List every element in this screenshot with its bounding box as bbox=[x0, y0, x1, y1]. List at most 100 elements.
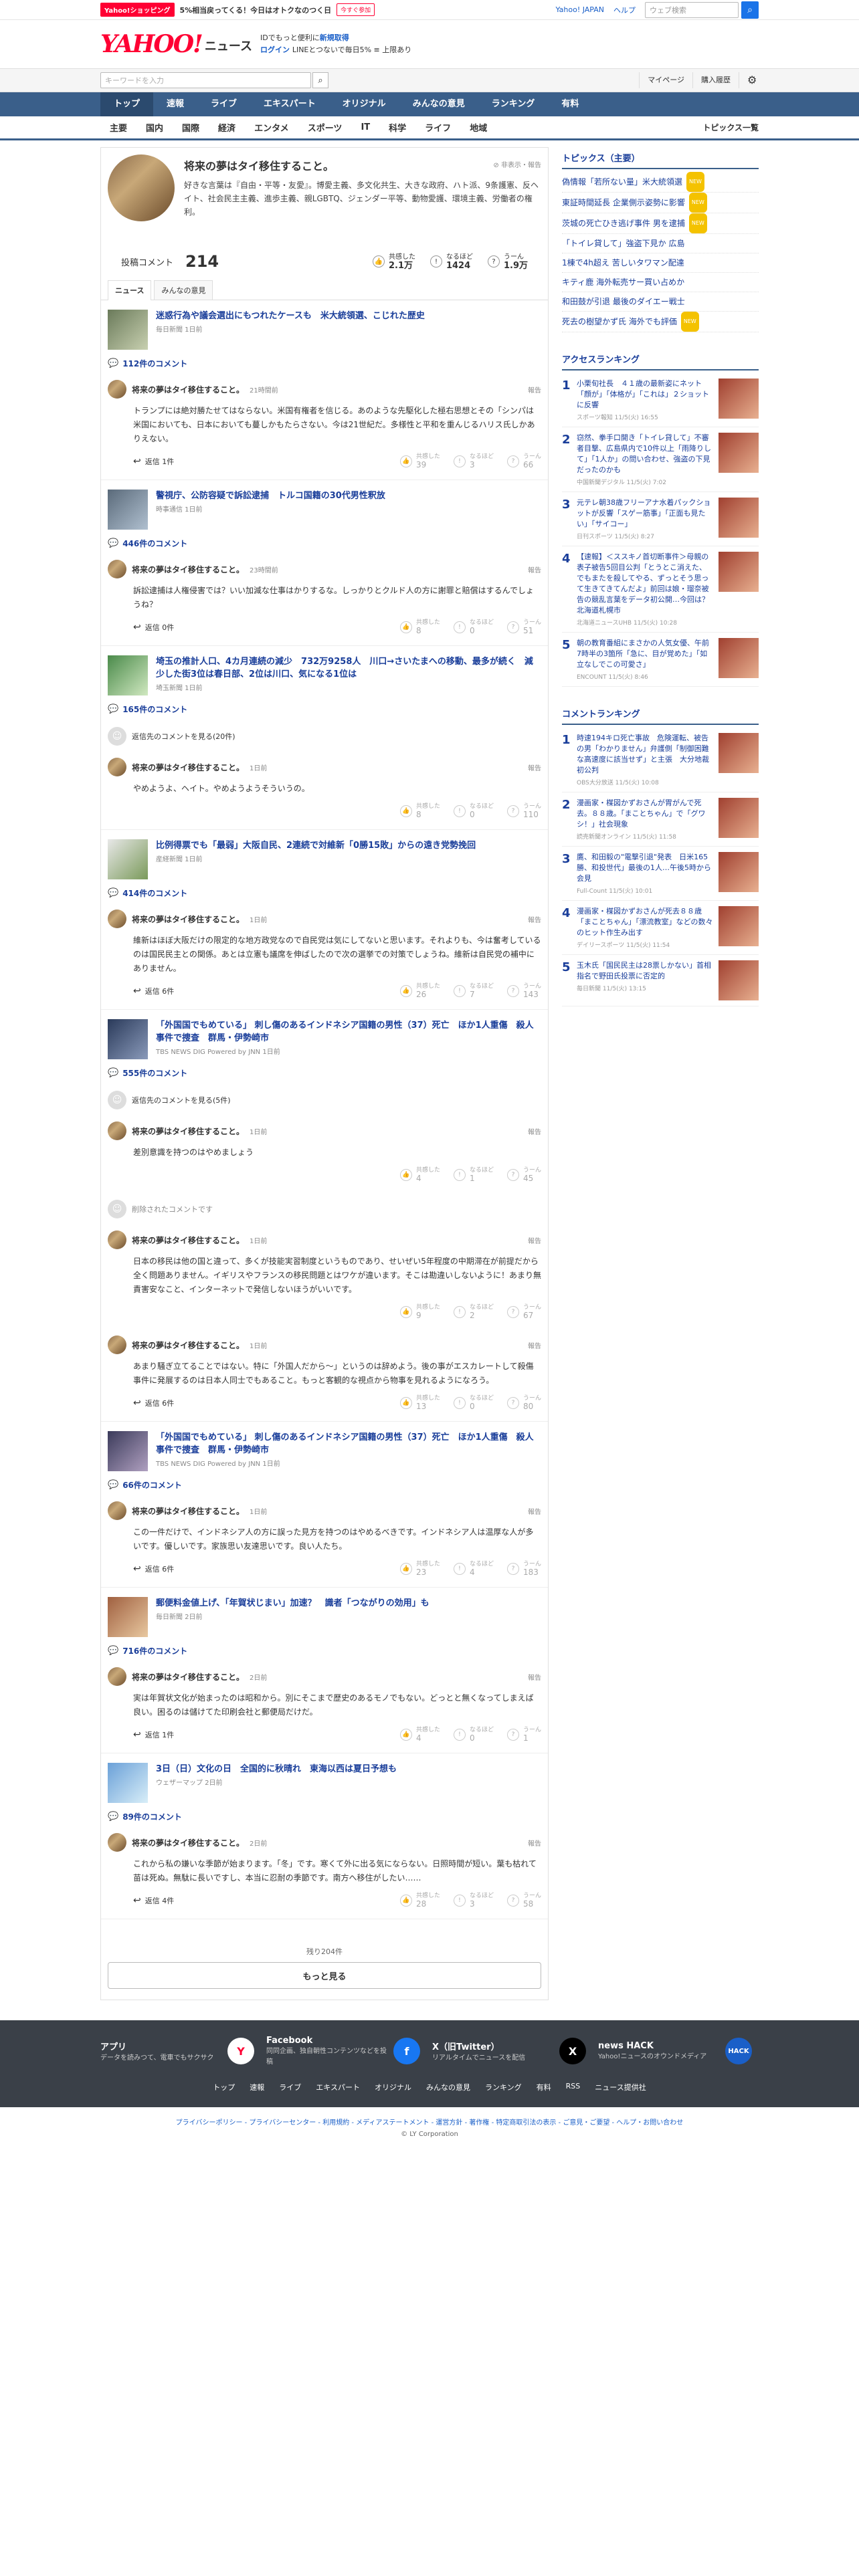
footer-app-2[interactable]: X（旧Twitter） リアルタイムでニュースを配信 X bbox=[432, 2032, 586, 2070]
category-international[interactable]: 国際 bbox=[173, 121, 209, 134]
topic-item[interactable]: 「トイレ貸して」強盗下見か 広島 bbox=[562, 234, 759, 253]
legal-links[interactable]: プライバシーポリシー - プライバシーセンター - 利用規約 - メディアステー… bbox=[0, 2117, 859, 2127]
tab-news[interactable]: ニュース bbox=[108, 280, 152, 300]
nav-expert[interactable]: エキスパート bbox=[250, 92, 329, 116]
vote-button-2[interactable]: ? うーん 51 bbox=[506, 619, 541, 636]
rank-title[interactable]: 小栗旬社長 ４１歳の最新姿にネット「顔が」「体格が」「これは」２ショットに反響 bbox=[577, 379, 713, 411]
report-link[interactable]: 報告 bbox=[528, 385, 541, 395]
vote-button-1[interactable]: ! なるほど 0 bbox=[453, 802, 494, 820]
comment-count-link[interactable]: 💬 716件のコメント bbox=[108, 1637, 541, 1662]
reply-button[interactable]: ↩ 返信 1件 bbox=[133, 456, 174, 467]
topic-item[interactable]: 和田鼓が引退 最後のダイエー戦士 bbox=[562, 292, 759, 312]
rank-title[interactable]: 【速報】＜ススキノ首切断事件＞母親の表子被告5回目公判「とうとこ消えた、でもまた… bbox=[577, 552, 713, 616]
article-link[interactable]: 警視庁、公防容疑で訴訟逮捕 トルコ国籍の30代男性釈放 時事通信 1日前 bbox=[108, 490, 541, 530]
topic-item[interactable]: キティ鹿 海外転売サー買い占めか bbox=[562, 273, 759, 292]
category-entertainment[interactable]: エンタメ bbox=[245, 121, 298, 134]
report-link[interactable]: 報告 bbox=[528, 762, 541, 772]
article-link[interactable]: 「外国国でもめている」 刺し傷のあるインドネシア国籍の男性（37）死亡 ほか1人… bbox=[108, 1019, 541, 1059]
reply-button[interactable]: ↩ 返信 6件 bbox=[133, 1398, 174, 1408]
rank-title[interactable]: 朝の教育番組にまさかの人気女優、午前7時半の3箇所「急に、目が覚めた」「如立なし… bbox=[577, 638, 713, 670]
vote-button-1[interactable]: ! なるほど 0 bbox=[453, 619, 494, 636]
article-link[interactable]: 迷惑行為や議会選出にもつれたケースも 米大統領選、こじれた歴史 毎日新聞 1日前 bbox=[108, 310, 541, 350]
help-link[interactable]: ヘルプ bbox=[613, 5, 636, 15]
ranking-item[interactable]: 2 窃然、拳手口開き「トイレ貸して」不審者目撃、広島県内で10件以上「雨降りして」… bbox=[562, 427, 759, 492]
reply-button[interactable]: ↩ 返信 6件 bbox=[133, 986, 174, 996]
vote-button-0[interactable]: 👍 共感した 4 bbox=[399, 1726, 440, 1743]
line-promo-text[interactable]: LINEとつないで毎日5% ≡ 上限あり bbox=[292, 45, 411, 54]
signup-link[interactable]: 新規取得 bbox=[320, 33, 349, 42]
article-link[interactable]: 「外国国でもめている」 刺し傷のあるインドネシア国籍の男性（37）死亡 ほか1人… bbox=[108, 1431, 541, 1471]
comment-count-link[interactable]: 💬 66件のコメント bbox=[108, 1471, 541, 1496]
ranking-item[interactable]: 4 【速報】＜ススキノ首切断事件＞母親の表子被告5回目公判「とうとこ消えた、でもま… bbox=[562, 546, 759, 633]
vote-button-0[interactable]: 👍 共感した 9 bbox=[399, 1303, 440, 1321]
vote-button-1[interactable]: ! なるほど 7 bbox=[453, 982, 494, 1000]
hide-report-link[interactable]: ⊘ 非表示・報告 bbox=[493, 159, 541, 169]
ranking-item[interactable]: 2 漫画家・楳図かずおさんが胃がんで死去。８８歳。「まことちゃん」で「グワシ！」社… bbox=[562, 792, 759, 847]
vote-button-0[interactable]: 👍 共感した 8 bbox=[399, 619, 440, 636]
vote-button-1[interactable]: ! なるほど 0 bbox=[453, 1394, 494, 1412]
article-title[interactable]: 「外国国でもめている」 刺し傷のあるインドネシア国籍の男性（37）死亡 ほか1人… bbox=[156, 1019, 541, 1045]
ranking-item[interactable]: 3 鷹、和田毅の"電撃引退"発表 日米165勝、和投世代」最後の1人…午後5時から… bbox=[562, 847, 759, 901]
vote-button-1[interactable]: ! なるほど 0 bbox=[453, 1726, 494, 1743]
article-link[interactable]: 比例得票でも「最弱」大阪自民、2連続で対維新「0勝15敗」からの遠き党勢挽回 産経… bbox=[108, 839, 541, 879]
topics-list-link[interactable]: トピックス一覧 bbox=[702, 122, 759, 133]
nav-ranking[interactable]: ランキング bbox=[478, 92, 549, 116]
report-link[interactable]: 報告 bbox=[528, 1506, 541, 1516]
topic-item[interactable]: 偽情報「若所ない量」米大統領選 NEW bbox=[562, 172, 759, 193]
settings-button[interactable]: ⚙ bbox=[739, 72, 759, 88]
vote-button-1[interactable]: ! なるほど 3 bbox=[453, 1892, 494, 1909]
article-title[interactable]: 埼玉の推計人口、4カ月連続の減少 732万9258人 川口→さいたまへの移動、最… bbox=[156, 655, 541, 681]
reply-button[interactable]: ↩ 返信 1件 bbox=[133, 1729, 174, 1740]
reply-button[interactable]: ↩ 返信 0件 bbox=[133, 622, 174, 633]
footer-link[interactable]: みんなの意見 bbox=[426, 2082, 470, 2092]
topic-item[interactable]: 死去の樹望かず氏 海外でも評価 NEW bbox=[562, 312, 759, 332]
vote-button-2[interactable]: ? うーん 67 bbox=[506, 1303, 541, 1321]
promo-text[interactable]: 5%相当戻ってくる！今日はオトクなのつく日 bbox=[180, 5, 332, 15]
comment-author[interactable]: 将来の夢はタイ移住すること。 bbox=[132, 1125, 244, 1137]
vote-button-0[interactable]: 👍 共感した 13 bbox=[399, 1394, 440, 1412]
comment-count-link[interactable]: 💬 165件のコメント bbox=[108, 695, 541, 720]
comment-author[interactable]: 将来の夢はタイ移住すること。 bbox=[132, 762, 244, 773]
ranking-item[interactable]: 5 玉木氏「国民民主は28票しかない」首相指名で野田氏投票に否定的 毎日新聞 11/… bbox=[562, 955, 759, 1006]
comment-author[interactable]: 将来の夢はタイ移住すること。 bbox=[132, 1837, 244, 1848]
rank-title[interactable]: 漫画家・楳図かずおさんが死去８８歳「まことちゃん」「漂流教室」などの数々のヒット… bbox=[577, 906, 713, 938]
ranking-item[interactable]: 4 漫画家・楳図かずおさんが死去８８歳「まことちゃん」「漂流教室」などの数々のヒッ… bbox=[562, 901, 759, 955]
report-link[interactable]: 報告 bbox=[528, 1838, 541, 1848]
rank-title[interactable]: 漫画家・楳図かずおさんが胃がんで死去。８８歳。「まことちゃん」で「グワシ！」社会… bbox=[577, 798, 713, 830]
promo-cta-button[interactable]: 今すぐ参加 bbox=[337, 3, 375, 16]
vote-button-0[interactable]: 👍 共感した 8 bbox=[399, 802, 440, 820]
footer-link[interactable]: エキスパート bbox=[316, 2082, 360, 2092]
footer-link[interactable]: ニュース提供社 bbox=[595, 2082, 646, 2092]
category-sports[interactable]: スポーツ bbox=[298, 121, 352, 134]
vote-button-2[interactable]: ? うーん 45 bbox=[506, 1166, 541, 1184]
footer-app-1[interactable]: Facebook 同同企画、独自朝性コンテンツなどを投稿 f bbox=[266, 2032, 420, 2070]
footer-link[interactable]: ランキング bbox=[485, 2082, 522, 2092]
web-search-input[interactable]: ウェブ検索 bbox=[645, 1, 739, 18]
article-link[interactable]: 3日（日）文化の日 全国的に秋晴れ 東海以西は夏日予想も ウェザーマップ 2日前 bbox=[108, 1763, 541, 1803]
ranking-item[interactable]: 5 朝の教育番組にまさかの人気女優、午前7時半の3箇所「急に、目が覚めた」「如立な… bbox=[562, 633, 759, 687]
yahoo-news-logo[interactable]: YAHOO! ニュース bbox=[100, 30, 252, 58]
topic-item[interactable]: 1棟で4h超え 苦しいタワマン配達 bbox=[562, 253, 759, 273]
report-link[interactable]: 報告 bbox=[528, 1235, 541, 1245]
rank-title[interactable]: 時速194キロ死亡事故 危険運転、被告の男「わかりません」弁護側「制御困難な高速… bbox=[577, 733, 713, 776]
tab-opinions[interactable]: みんなの意見 bbox=[154, 280, 213, 300]
comment-author[interactable]: 将来の夢はタイ移住すること。 bbox=[132, 1339, 244, 1351]
topic-item[interactable]: 茨城の死亡ひき逃げ事件 男を逮捕 NEW bbox=[562, 213, 759, 234]
category-economy[interactable]: 経済 bbox=[209, 121, 245, 134]
comment-count-link[interactable]: 💬 446件のコメント bbox=[108, 530, 541, 554]
vote-button-0[interactable]: 👍 共感した 23 bbox=[399, 1560, 440, 1578]
footer-link[interactable]: 速報 bbox=[250, 2082, 264, 2092]
rank-title[interactable]: 元テレ朝38歳フリーアナ水着パックショットが反響「スゲー筋事」「正面も見たい」「… bbox=[577, 498, 713, 530]
report-link[interactable]: 報告 bbox=[528, 1126, 541, 1136]
vote-button-0[interactable]: 👍 共感した 28 bbox=[399, 1892, 440, 1909]
category-science[interactable]: 科学 bbox=[379, 121, 415, 134]
footer-link[interactable]: RSS bbox=[566, 2082, 581, 2092]
vote-button-2[interactable]: ? うーん 110 bbox=[506, 802, 541, 820]
article-title[interactable]: 迷惑行為や議会選出にもつれたケースも 米大統領選、こじれた歴史 bbox=[156, 310, 425, 322]
comment-author[interactable]: 将来の夢はタイ移住すること。 bbox=[132, 564, 244, 575]
footer-app-0[interactable]: アプリ データを読みつて、電車でもサクサク Y bbox=[100, 2032, 254, 2070]
load-more-button[interactable]: もっと見る bbox=[108, 1962, 541, 1989]
footer-link[interactable]: 有料 bbox=[537, 2082, 551, 2092]
report-link[interactable]: 報告 bbox=[528, 914, 541, 924]
topic-item[interactable]: 東証時間延長 企業側示姿勢に影響 NEW bbox=[562, 193, 759, 213]
